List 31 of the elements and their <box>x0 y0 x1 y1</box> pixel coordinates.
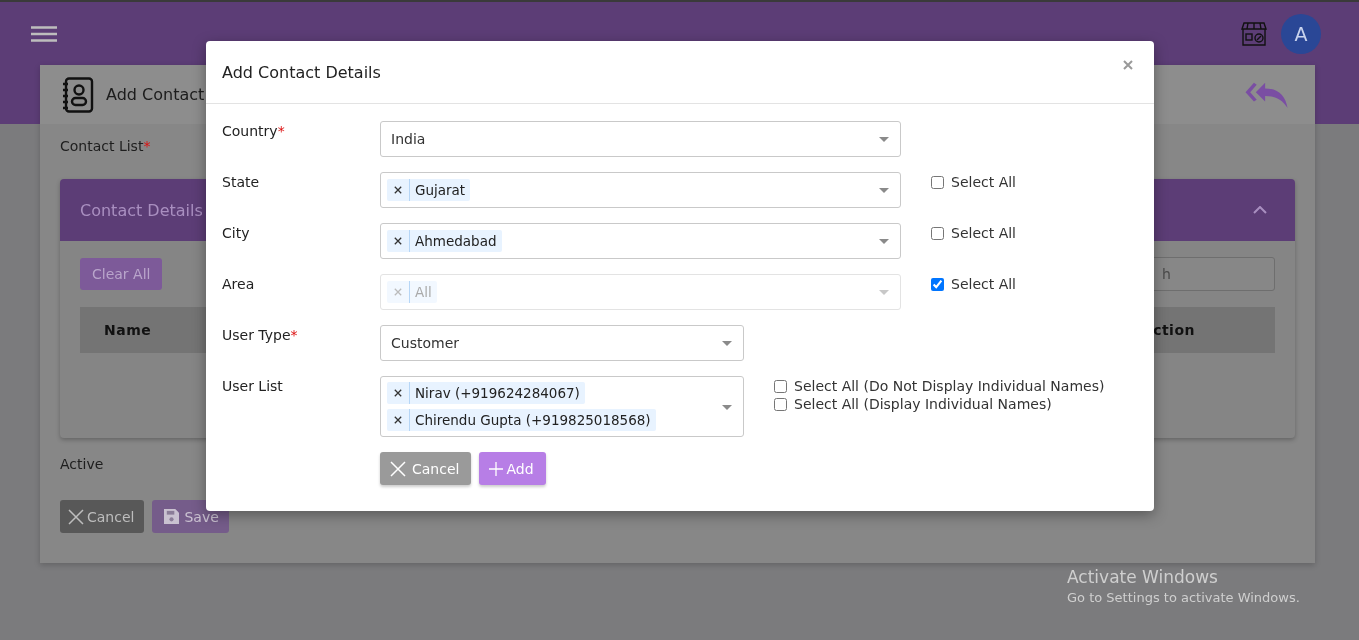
field-label: State <box>222 173 261 190</box>
checkbox-label: Select All (Display Individual Names) <box>794 396 1052 412</box>
column-header: Name <box>104 322 152 338</box>
activation-text: Go to Settings to activate Windows. <box>1067 590 1300 605</box>
field-label: User Type* <box>222 326 299 343</box>
select-field[interactable]: India <box>380 121 901 157</box>
multi-select-field[interactable]: Gujarat <box>380 172 901 208</box>
avatar[interactable]: A <box>1281 13 1321 54</box>
selected-tag[interactable]: Nirav (+919624284067) <box>387 382 585 404</box>
selected-tag[interactable]: Gujarat <box>387 179 471 201</box>
field-label: Area <box>222 275 256 292</box>
field-label: User List <box>222 377 284 394</box>
checkbox-label: Select All <box>951 225 1016 241</box>
modal-title: Add Contact Details <box>222 62 381 82</box>
panel-title: Contact Details <box>80 200 203 220</box>
multi-select-field[interactable]: Nirav (+919624284067) Chirendu Gupta (+919825018568) <box>380 376 744 437</box>
select-field[interactable]: Customer <box>380 325 744 361</box>
activation-title: Activate Windows <box>1067 567 1219 587</box>
multi-select-field[interactable]: Ahmedabad <box>380 223 901 259</box>
column-header: ction <box>1153 322 1195 338</box>
checkbox-label: Select All <box>951 276 1016 292</box>
cancel-button[interactable]: Cancel <box>60 500 145 533</box>
field-label: Country* <box>222 122 286 139</box>
field-label: Contact List* <box>60 138 151 154</box>
field-label: City <box>222 224 251 241</box>
card-title: Add Contact <box>106 85 205 104</box>
checkbox-label: Select All <box>951 174 1016 190</box>
selected-tag[interactable]: Ahmedabad <box>387 230 502 252</box>
checkbox-label: Select All (Do Not Display Individual Names) <box>794 378 1105 394</box>
selected-tag[interactable]: Chirendu Gupta (+919825018568) <box>387 409 656 431</box>
field-label: Active <box>60 456 104 472</box>
